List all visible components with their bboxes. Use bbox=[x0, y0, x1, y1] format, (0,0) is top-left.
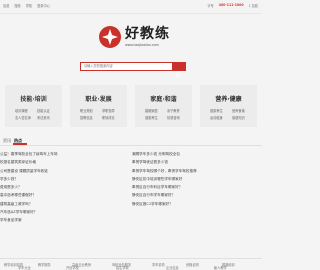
tab-news[interactable]: 资讯 bbox=[3, 138, 11, 144]
top-bar-right: 字号 400-111-1000 1 加载 bbox=[207, 3, 258, 8]
card-link[interactable]: 亲子教育 bbox=[167, 108, 180, 113]
card-title: 职业·发展 bbox=[85, 96, 112, 103]
list-item[interactable]: 校报名建筑类拿证价格 bbox=[0, 158, 128, 166]
card-skills-training[interactable]: 技能·培训 培训课程 技能认证 名人堂名师 考试资讯 bbox=[5, 85, 62, 127]
card-link[interactable]: 职业规划 bbox=[80, 108, 93, 113]
site-logo[interactable]: 好教练 www.haojiaolian.com bbox=[99, 26, 170, 48]
card-link[interactable]: 培训课程 bbox=[15, 108, 28, 113]
logo-title: 好教练 bbox=[125, 26, 170, 42]
card-link[interactable]: 招聘信息 bbox=[80, 115, 93, 120]
list-item[interactable]: 静安区报C1学车哪家好？ bbox=[132, 200, 260, 208]
card-link[interactable]: 技能认证 bbox=[37, 108, 50, 113]
list-item[interactable]: 静安区初中培训哪些学车哪家好 bbox=[132, 175, 260, 183]
footer-link[interactable]: 教学服务 bbox=[38, 262, 51, 267]
search-input[interactable] bbox=[81, 63, 172, 69]
logo-emblem-icon bbox=[99, 26, 121, 48]
card-link[interactable]: 保健知识 bbox=[232, 115, 245, 120]
top-link-search[interactable]: 搜索 bbox=[14, 3, 20, 8]
top-right-extra[interactable]: 1 加载 bbox=[249, 3, 258, 8]
list-item[interactable]: 费用是多少？ bbox=[0, 183, 128, 191]
card-nutrition-health[interactable]: 营养·健康 健康养生 营养食谱 运动健身 保健知识 bbox=[200, 85, 257, 127]
card-link[interactable]: 健康养生 bbox=[145, 115, 158, 120]
footer-link[interactable]: 学车机构 bbox=[152, 262, 165, 267]
list-item[interactable]: 学车食品学案 bbox=[0, 216, 128, 224]
footer-link[interactable]: 招生学校 bbox=[116, 265, 129, 270]
top-link-loading[interactable]: 加载 bbox=[3, 3, 9, 8]
footer-link[interactable]: 资格证明 bbox=[186, 262, 199, 267]
news-list-left: 公益！春季驾校全包了续驾车上车场 校报名建筑类拿证价格 公司是建设 课题质量学年… bbox=[0, 150, 128, 225]
footer-link[interactable]: 聚人教学 bbox=[214, 265, 227, 270]
logo-subtitle: www.haojiaolian.com bbox=[125, 43, 159, 47]
search-icon bbox=[176, 72, 181, 78]
list-item[interactable]: 潮桐学车多少钱 光明驾校全包 bbox=[132, 150, 260, 158]
list-item[interactable]: 公司是建设 课题质量学年收徒 bbox=[0, 167, 128, 175]
footer-link[interactable]: 开设学校 bbox=[66, 265, 79, 270]
card-career-development[interactable]: 职业·发展 职业规划 求职指导 招聘信息 职场成长 bbox=[70, 85, 127, 127]
card-link[interactable]: 考试资讯 bbox=[37, 115, 50, 120]
list-item[interactable]: 学多少钱？ bbox=[0, 175, 128, 183]
category-cards: 技能·培训 培训课程 技能认证 名人堂名师 考试资讯 职业·发展 职业规划 求职… bbox=[5, 85, 257, 127]
card-link[interactable]: 运动健身 bbox=[210, 115, 223, 120]
card-link[interactable]: 职场成长 bbox=[102, 115, 115, 120]
card-title: 家庭·和谐 bbox=[150, 96, 177, 103]
list-item[interactable]: 高中选考哪些课程好？ bbox=[0, 191, 128, 199]
card-link[interactable]: 情感咨询 bbox=[167, 115, 180, 120]
list-item[interactable]: 建筑高级工难学吗？ bbox=[0, 200, 128, 208]
card-link[interactable]: 健康养生 bbox=[210, 108, 223, 113]
card-link[interactable]: 营养食谱 bbox=[232, 108, 245, 113]
card-family-harmony[interactable]: 家庭·和谐 婚姻家庭 亲子教育 健康养生 情感咨询 bbox=[135, 85, 192, 127]
news-list-right: 潮桐学车多少钱 光明驾校全包 奉贤学驾驶证费多少钱 奉贤学车驾校哪个好，奉贤学车… bbox=[132, 150, 260, 208]
footer-link[interactable]: 企业信息 bbox=[166, 265, 179, 270]
top-link-nav[interactable]: 导航 bbox=[26, 3, 32, 8]
top-bar-links: 加载 搜索 导航 登录中心 bbox=[3, 3, 50, 8]
card-link[interactable]: 名人堂名师 bbox=[15, 115, 31, 120]
list-item[interactable]: 奉贤学车驾校哪个好，奉贤学车驾校推荐 bbox=[132, 167, 260, 175]
search-box bbox=[80, 62, 186, 78]
card-link[interactable]: 求职指导 bbox=[102, 108, 115, 113]
list-item[interactable]: 公益！春季驾校全包了续驾车上车场 bbox=[0, 150, 128, 158]
footer-link[interactable]: 学车大全 bbox=[18, 265, 31, 270]
card-title: 营养·健康 bbox=[215, 96, 242, 103]
logo-text: 好教练 www.haojiaolian.com bbox=[125, 26, 170, 48]
list-item[interactable]: 奉贤学驾驶证费多少钱 bbox=[132, 158, 260, 166]
hotline-phone: 400-111-1000 bbox=[218, 3, 244, 7]
list-item[interactable]: 汽车选AZ学车哪家好？ bbox=[0, 208, 128, 216]
top-right-label: 字号 bbox=[207, 4, 214, 8]
active-tab-indicator bbox=[13, 143, 27, 145]
search-button[interactable] bbox=[172, 63, 185, 78]
card-title: 技能·培训 bbox=[20, 96, 47, 103]
top-link-login-center[interactable]: 登录中心 bbox=[37, 3, 50, 8]
list-item[interactable]: 静安区自行车学车哪家好？ bbox=[132, 191, 260, 199]
list-item[interactable]: 奉贤区自行车科目学车哪家好？ bbox=[132, 183, 260, 191]
top-bar: 加载 搜索 导航 登录中心 字号 400-111-1000 1 加载 bbox=[0, 0, 262, 14]
news-tabs: 资讯 热点 bbox=[0, 136, 262, 146]
card-link[interactable]: 婚姻家庭 bbox=[145, 108, 158, 113]
